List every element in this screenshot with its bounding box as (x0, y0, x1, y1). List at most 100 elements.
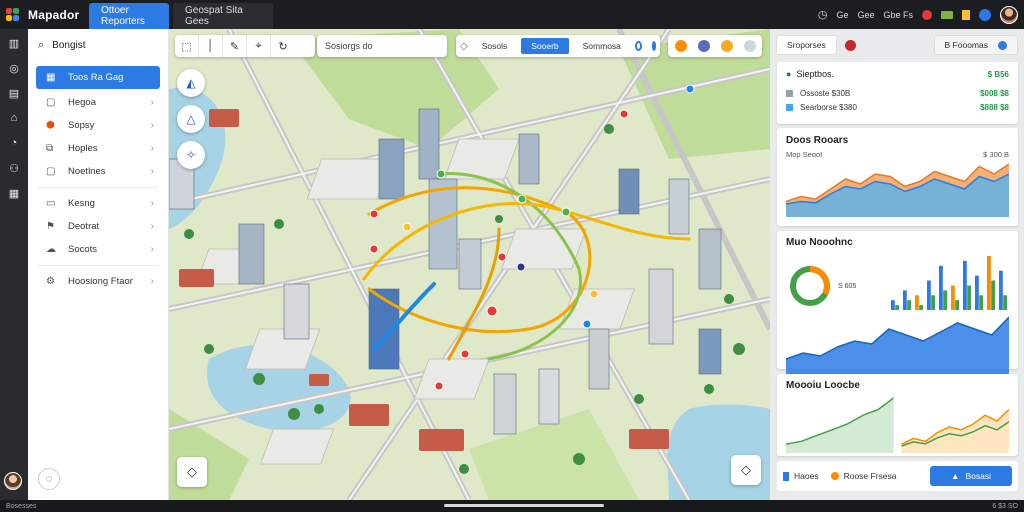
square-icon: ▭ (46, 198, 56, 209)
bottom-bar: Bosesses 6 $3 SO (0, 500, 1024, 512)
bar (907, 300, 911, 310)
status-ring-icon (634, 41, 642, 51)
settings-icon[interactable] (743, 40, 756, 52)
select-tool-icon[interactable]: ⬚ (175, 35, 199, 57)
line-area-0 (786, 398, 894, 453)
seg-active[interactable]: Sooerb (521, 38, 569, 54)
clock-icon[interactable]: ◷ (818, 8, 828, 21)
bar (931, 295, 935, 310)
summary-row: Searborse $380 $888 $8 (786, 103, 1009, 112)
sidebar-item-label: Noetlnes (68, 166, 106, 177)
summary-card: ● Sieptbos. $ B56 Ossoste $30B $008 $8 S… (777, 62, 1018, 124)
bar (987, 256, 991, 310)
reports-button[interactable]: Sroporses (776, 35, 837, 55)
footer-left[interactable]: Haoes (783, 471, 819, 481)
sidebar-item-label: Deotrat (68, 221, 100, 232)
sidebar-item-0[interactable]: ▦ Toos Ra Gag (36, 66, 160, 89)
tab-reports[interactable]: Ottoer Reporters (89, 3, 169, 29)
top-bar: Mapador Ottoer Reporters Geospat Sita Ge… (0, 0, 1024, 29)
sidebar-search[interactable]: ⌕ Bongist (28, 29, 168, 62)
cloud-icon: ☁ (46, 244, 56, 255)
bar (891, 300, 895, 310)
compass-icon[interactable]: ◇ (177, 457, 207, 487)
line-chart-card: Moooiu Loocbe (777, 374, 1018, 456)
bar (999, 270, 1003, 310)
account-icon[interactable] (979, 8, 991, 21)
help-icon[interactable]: ◌ (38, 468, 60, 490)
bar (903, 290, 907, 310)
summary-title: Sieptbos. (796, 69, 834, 79)
pen-tool-icon[interactable]: ✎ (223, 35, 247, 57)
square-icon: ▢ (46, 166, 56, 177)
battery-icon (941, 10, 953, 19)
filter-icon: ◇ (460, 40, 468, 52)
sidebar-item-label: Hegoa (68, 97, 96, 108)
bar (991, 280, 995, 310)
dashboard-icon[interactable]: ▥ (7, 37, 21, 50)
topbar-item-1[interactable]: Ge (836, 10, 848, 20)
user-pin-icon[interactable] (697, 40, 710, 52)
forecast-button[interactable]: B Fooomas (933, 35, 1018, 55)
history-icon[interactable]: ◔ (7, 137, 21, 149)
table-icon[interactable]: ▦ (7, 187, 21, 200)
primary-action-button[interactable]: ▲ Bosasi (930, 466, 1012, 486)
gear-icon: ⚙ (46, 276, 55, 287)
scroll-handle[interactable] (444, 504, 604, 507)
donut-chart (790, 266, 830, 306)
sidebar-item-label: Sopsy (68, 120, 95, 131)
sidebar-item-7[interactable]: ☁ Socots › (36, 238, 160, 261)
profile-avatar[interactable] (4, 472, 22, 490)
status-icon (844, 39, 856, 51)
sidebar-search-label: Bongist (52, 40, 86, 51)
user-avatar[interactable] (1000, 5, 1018, 24)
divider (38, 187, 158, 188)
line-chart (785, 397, 1010, 453)
locate-icon[interactable]: ◭ (177, 69, 205, 97)
area-chart-title: Doos Rooars (786, 135, 849, 146)
info-icon[interactable] (651, 41, 656, 51)
sidebar-item-5[interactable]: ▭ Kesng › (36, 192, 160, 215)
sidebar-item-2[interactable]: ⬢ Sopsy › (36, 114, 160, 137)
app-logo[interactable]: Mapador (0, 7, 88, 22)
pin-tool-icon[interactable]: ⌖ (247, 35, 271, 57)
mix-chart-title: Muo Nooohnc (786, 237, 853, 248)
sidebar-item-4[interactable]: ▢ Noetlnes › (36, 160, 160, 183)
row-label: Searborse $380 (800, 103, 857, 112)
refresh-tool-icon[interactable]: ↻ (271, 35, 295, 57)
sidebar-item-label: Toos Ra Gag (68, 72, 124, 83)
topbar-item-3[interactable]: Gbe Fs (883, 10, 913, 20)
topbar-item-2[interactable]: Gee (857, 10, 874, 20)
home-icon[interactable]: ⌂ (7, 112, 21, 124)
donut-label: S 605 (838, 283, 857, 290)
map-search-input[interactable]: Sosiorgs do (325, 41, 373, 51)
sidebar-item-6[interactable]: ⚑ Deotrat › (36, 215, 160, 238)
measure-icon[interactable]: △ (177, 105, 205, 133)
book-icon[interactable]: ▤ (7, 87, 21, 100)
ruler-tool-icon[interactable]: │ (199, 35, 223, 57)
sidebar-item-3[interactable]: ⧉ Hoples › (36, 137, 160, 160)
bottom-right-text: 6 $3 SO (992, 502, 1018, 510)
footer-middle[interactable]: Roose Frsesa (830, 471, 897, 481)
map-view[interactable]: ⬚ │ ✎ ⌖ ↻ Sosiorgs do ◇ Sosols Sooerb So… (169, 29, 770, 500)
tab-geospatial[interactable]: Geospat Sita Gees (173, 3, 273, 29)
map-search-box[interactable]: Sosiorgs do (317, 35, 447, 57)
sidebar-item-8[interactable]: ⚙ Hoosiong Ftaor › (36, 270, 160, 293)
seg-sommosa[interactable]: Sommosa (573, 38, 631, 54)
left-rail: ▥ ◎ ▤ ⌂ ◔ ⚇ ▦ (0, 29, 28, 500)
globe-icon[interactable]: ◎ (7, 62, 21, 75)
navigate-icon[interactable]: ◇ (731, 455, 761, 485)
bar (915, 295, 919, 310)
sun-icon[interactable] (674, 40, 687, 52)
layers-toggle-icon[interactable]: ✧ (177, 141, 205, 169)
weather-icon[interactable] (720, 40, 733, 52)
search-icon: ⌕ (38, 39, 45, 51)
info-icon (998, 40, 1007, 50)
alert-icon[interactable] (922, 9, 932, 20)
panel-footer: Haoes Roose Frsesa ▲ Bosasi (777, 461, 1018, 491)
area-chart (785, 163, 1010, 217)
seg-sosols[interactable]: Sosols (472, 38, 518, 54)
line-group-1 (901, 409, 1010, 453)
sidebar-item-1[interactable]: ▢ Hegoa › (36, 91, 160, 114)
network-icon[interactable]: ⚇ (7, 162, 21, 175)
bar (951, 285, 955, 310)
